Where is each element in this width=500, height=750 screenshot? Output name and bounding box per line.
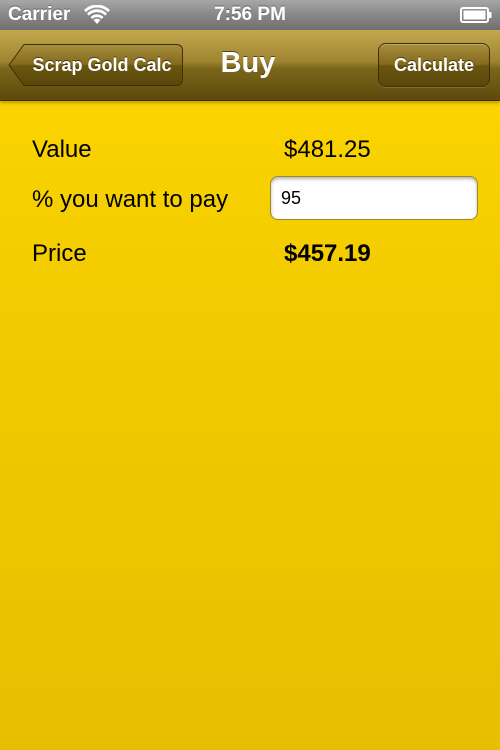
page-title: Buy xyxy=(220,47,276,79)
buy-screen: Carrier 7:56 PM Scrap Gold Calc Buy Calc… xyxy=(0,0,500,750)
calculate-button[interactable]: Calculate xyxy=(378,43,490,87)
price-amount: $457.19 xyxy=(284,240,371,267)
value-label: Value xyxy=(32,136,92,163)
battery-icon xyxy=(460,7,492,23)
back-button[interactable]: Scrap Gold Calc xyxy=(8,43,184,87)
value-amount: $481.25 xyxy=(284,136,371,163)
price-label: Price xyxy=(32,240,87,267)
back-button-label: Scrap Gold Calc xyxy=(32,55,172,75)
pay-percent-input[interactable] xyxy=(270,176,478,220)
status-time: 7:56 PM xyxy=(214,4,286,25)
navigation-bar: Scrap Gold Calc Buy Calculate xyxy=(0,30,500,101)
pay-percent-label: % you want to pay xyxy=(32,186,229,213)
status-bar: Carrier 7:56 PM xyxy=(0,0,500,30)
